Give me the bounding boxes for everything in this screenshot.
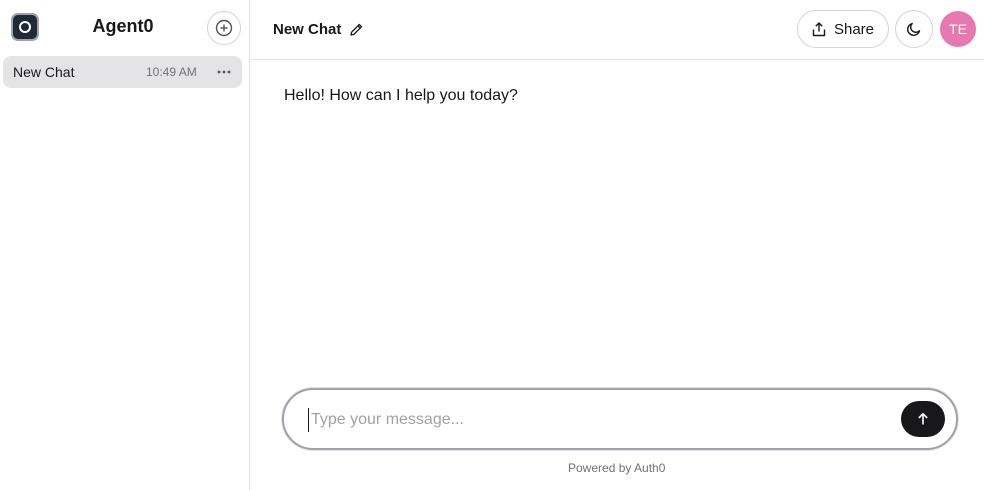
- share-button[interactable]: Share: [797, 10, 889, 48]
- sidebar: Agent0 New Chat 10:49 AM: [0, 0, 250, 490]
- powered-by-note: Powered by Auth0: [568, 461, 666, 475]
- theme-toggle-button[interactable]: [895, 10, 933, 48]
- edit-title-button[interactable]: [347, 20, 365, 38]
- chat-item-title: New Chat: [13, 64, 75, 80]
- user-avatar[interactable]: TE: [940, 11, 976, 47]
- moon-icon: [906, 22, 921, 37]
- app-root: Agent0 New Chat 10:49 AM New Chat Share …: [0, 0, 984, 490]
- chat-title: New Chat: [273, 21, 342, 38]
- more-horizontal-icon[interactable]: [215, 64, 233, 80]
- chat-header: New Chat Share TE: [251, 0, 984, 60]
- pencil-icon: [349, 23, 362, 36]
- new-chat-button[interactable]: [207, 11, 241, 45]
- send-button[interactable]: [901, 401, 945, 437]
- share-icon: [812, 21, 826, 36]
- message-input[interactable]: [308, 408, 888, 432]
- share-label: Share: [833, 20, 875, 38]
- agent-logo-icon: [11, 13, 39, 41]
- message-composer: [282, 388, 958, 450]
- plus-circle-icon: [215, 19, 233, 37]
- assistant-message: Hello! How can I help you today?: [284, 87, 518, 104]
- chat-list-item[interactable]: New Chat 10:49 AM: [3, 56, 242, 88]
- arrow-up-icon: [918, 413, 928, 425]
- brand-title: Agent0: [92, 16, 154, 36]
- chat-item-time: 10:49 AM: [146, 65, 197, 79]
